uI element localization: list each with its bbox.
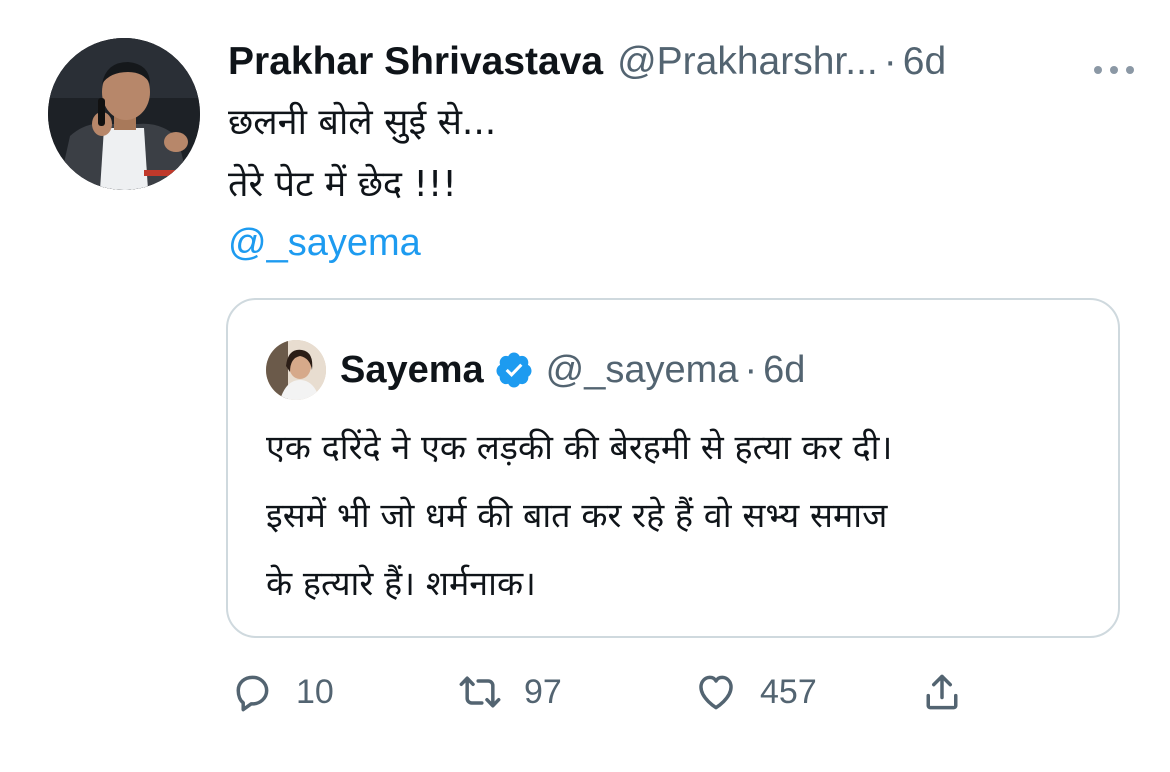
author-name[interactable]: Prakhar Shrivastava bbox=[228, 40, 603, 84]
quoted-text-line: के हत्यारे हैं। शर्मनाक। bbox=[266, 564, 536, 604]
quoted-tweet-card[interactable]: Sayema @_sayema · 6d एक दरिंदे ने एक लड़… bbox=[226, 298, 1120, 638]
quoted-author-avatar[interactable] bbox=[266, 340, 326, 400]
tweet-header: Prakhar Shrivastava @Prakharshr... · 6d bbox=[228, 34, 1138, 90]
author-handle[interactable]: @Prakharshr... bbox=[617, 40, 878, 84]
reply-icon bbox=[230, 670, 274, 714]
action-bar: 10 97 457 bbox=[228, 662, 988, 722]
separator-dot: · bbox=[744, 348, 758, 391]
like-count: 457 bbox=[760, 672, 817, 711]
retweet-count: 97 bbox=[524, 672, 562, 711]
tweet-text: छलनी बोले सुई से... तेरे पेट में छेद !!! bbox=[228, 92, 1108, 216]
quoted-tweet-text: एक दरिंदे ने एक लड़की की बेरहमी से हत्या… bbox=[266, 414, 1096, 618]
share-button[interactable] bbox=[920, 662, 964, 722]
tweet-text-line: छलनी बोले सुई से... bbox=[228, 102, 497, 143]
verified-badge-icon bbox=[494, 350, 534, 390]
quoted-text-line: एक दरिंदे ने एक लड़की की बेरहमी से हत्या… bbox=[266, 428, 893, 468]
retweet-icon bbox=[458, 670, 502, 714]
quoted-author-handle[interactable]: @_sayema bbox=[546, 349, 739, 392]
quoted-author-name[interactable]: Sayema bbox=[340, 349, 484, 392]
share-icon bbox=[920, 670, 964, 714]
like-button[interactable]: 457 bbox=[694, 662, 817, 722]
quoted-tweet-header: Sayema @_sayema · 6d bbox=[340, 342, 805, 398]
quoted-text-line: इसमें भी जो धर्म की बात कर रहे हैं वो सभ… bbox=[266, 496, 888, 536]
tweet-time[interactable]: 6d bbox=[903, 40, 946, 84]
author-avatar[interactable] bbox=[48, 38, 200, 190]
separator-dot: · bbox=[883, 40, 897, 83]
retweet-button[interactable]: 97 bbox=[458, 662, 562, 722]
reply-count: 10 bbox=[296, 672, 334, 711]
heart-icon bbox=[694, 670, 738, 714]
quoted-tweet-time[interactable]: 6d bbox=[763, 349, 805, 392]
reply-button[interactable]: 10 bbox=[230, 662, 334, 722]
more-icon[interactable] bbox=[1090, 48, 1138, 74]
tweet-text-line: तेरे पेट में छेद !!! bbox=[228, 164, 457, 205]
mention-link[interactable]: @_sayema bbox=[228, 222, 421, 265]
tweet: Prakhar Shrivastava @Prakharshr... · 6d … bbox=[0, 0, 1170, 772]
